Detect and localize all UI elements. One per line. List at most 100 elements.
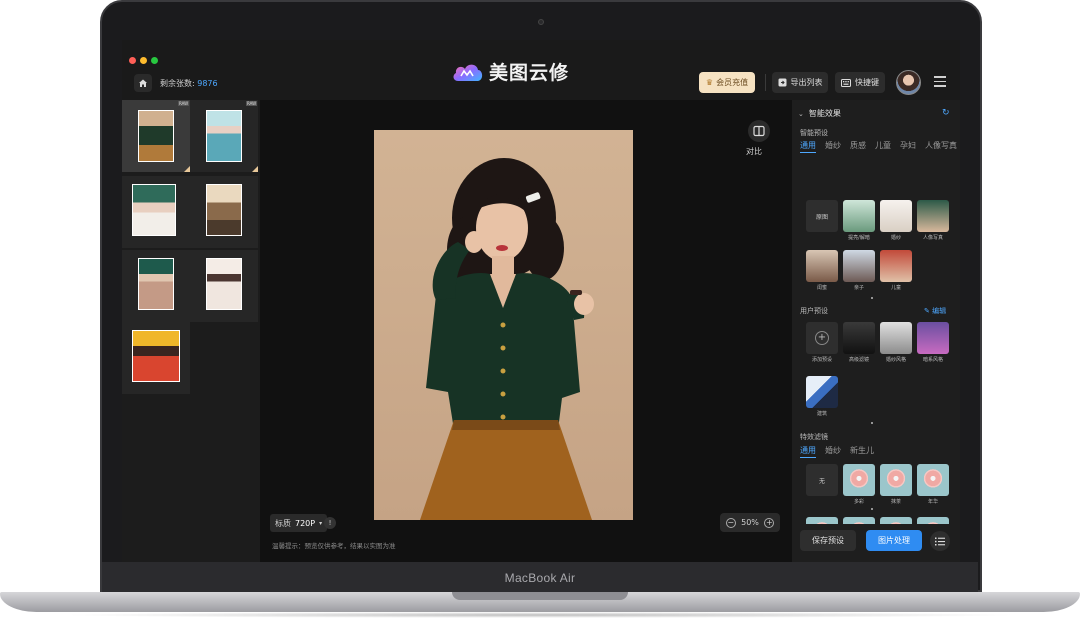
- photo-thumbnail: [132, 184, 176, 236]
- export-label: 导出列表: [790, 78, 823, 87]
- quality-info-icon[interactable]: !: [324, 517, 336, 529]
- divider: [765, 74, 766, 91]
- filter-card[interactable]: [880, 464, 912, 496]
- preset-card-portrait[interactable]: [917, 200, 949, 232]
- preset-label: 暗系风格: [922, 357, 943, 363]
- minimize-window-button[interactable]: [140, 57, 147, 64]
- thumbnail-panel: RAW RAW: [122, 100, 260, 562]
- tab-children[interactable]: 儿童: [875, 140, 891, 153]
- panel-actions: 保存预设 图片处理: [792, 524, 960, 562]
- preset-label: 婚纱风格: [885, 357, 906, 363]
- close-window-button[interactable]: [129, 57, 136, 64]
- preset-card-architecture[interactable]: [806, 376, 838, 408]
- preset-card-kids[interactable]: [880, 250, 912, 282]
- preset-label: 提亮/解暗: [848, 235, 870, 241]
- thumbnail-item[interactable]: [122, 322, 190, 394]
- plus-icon: +: [815, 331, 829, 345]
- shortcut-button[interactable]: 快捷键: [835, 72, 885, 93]
- filter-label: 抹茶: [890, 499, 901, 505]
- list-icon: [935, 537, 945, 545]
- photo-thumbnail: [206, 110, 242, 162]
- raw-tag: RAW: [178, 101, 190, 106]
- smart-presets-label: 智能预设: [800, 129, 828, 137]
- raw-tag: RAW: [246, 101, 258, 106]
- zoom-value: 50%: [741, 518, 759, 527]
- smart-preset-tabs: 通用 婚纱 质感 儿童 孕妇 人像写真: [800, 140, 957, 153]
- preset-card-original[interactable]: 原图: [806, 200, 838, 232]
- thumbnail-item[interactable]: RAW: [190, 100, 258, 172]
- preset-card-bestie[interactable]: [806, 250, 838, 282]
- preset-label: 亲子: [853, 285, 864, 291]
- thumbnail-item[interactable]: [190, 250, 258, 322]
- preset-label: 高级滤镜: [848, 357, 869, 363]
- home-button[interactable]: [134, 74, 152, 92]
- filter-card[interactable]: [917, 464, 949, 496]
- app-title: 美图云修: [489, 62, 570, 84]
- compare-icon: [753, 125, 765, 137]
- refresh-icon[interactable]: ↻: [942, 108, 950, 118]
- cloud-logo-icon: [453, 64, 483, 81]
- zoom-control: − 50% +: [720, 513, 780, 532]
- tab-filter-wedding[interactable]: 婚纱: [825, 445, 841, 458]
- save-preset-button[interactable]: 保存预设: [800, 530, 856, 551]
- pager-dot: [871, 422, 873, 424]
- preset-label: 婚纱: [890, 235, 901, 241]
- tab-maternity[interactable]: 孕妇: [900, 140, 916, 153]
- preset-label: 原图: [815, 213, 828, 221]
- save-preset-label: 保存预设: [812, 536, 844, 545]
- preset-card-dark-style[interactable]: [917, 322, 949, 354]
- process-image-button[interactable]: 图片处理: [866, 530, 922, 551]
- filter-card-none[interactable]: 无: [806, 464, 838, 496]
- preset-card-family[interactable]: [843, 250, 875, 282]
- tab-portrait[interactable]: 人像写真: [925, 140, 957, 153]
- maximize-window-button[interactable]: [151, 57, 158, 64]
- keyboard-icon: [841, 78, 851, 87]
- photo-thumbnail: [206, 184, 242, 236]
- quality-label: 标质: [275, 518, 291, 528]
- vip-recharge-button[interactable]: ♛ 会员充值: [699, 72, 755, 93]
- hamburger-menu-icon[interactable]: [934, 76, 946, 87]
- tab-filter-newborn[interactable]: 新生儿: [850, 445, 874, 458]
- portrait-illustration: [420, 158, 594, 520]
- tab-filter-general[interactable]: 通用: [800, 445, 816, 458]
- preset-card-wedding[interactable]: [880, 200, 912, 232]
- preset-card-advanced-filter[interactable]: [843, 322, 875, 354]
- preset-label: 人像写真: [922, 235, 943, 241]
- edit-icon: ✎: [924, 307, 930, 315]
- remaining-count: 剩余张数: 9876: [160, 78, 218, 89]
- tab-wedding[interactable]: 婚纱: [825, 140, 841, 153]
- preset-card-brighten[interactable]: [843, 200, 875, 232]
- thumbnail-item[interactable]: [190, 176, 258, 248]
- task-list-button[interactable]: [930, 531, 950, 551]
- remaining-label: 剩余张数:: [160, 79, 195, 88]
- thumbnail-item[interactable]: RAW: [122, 100, 190, 172]
- zoom-in-icon[interactable]: +: [764, 517, 775, 528]
- edit-presets-link[interactable]: ✎ 编辑: [924, 306, 946, 316]
- export-list-button[interactable]: 导出列表: [772, 72, 828, 93]
- pager-dot: [871, 508, 873, 510]
- compare-button[interactable]: [748, 120, 770, 142]
- chevron-down-icon: ▾: [319, 519, 323, 527]
- preset-card-wedding-style[interactable]: [880, 322, 912, 354]
- section-header[interactable]: ⌄ 智能效果: [798, 108, 841, 119]
- preview-tip: 温馨提示：预览仅供参考，结果以实图为准: [272, 542, 396, 550]
- pager-dot: [871, 297, 873, 299]
- preset-label: 添加预设: [811, 357, 832, 363]
- photo-thumbnail: [138, 258, 174, 310]
- filter-card[interactable]: [843, 464, 875, 496]
- crown-icon: ♛: [705, 78, 714, 87]
- tab-general[interactable]: 通用: [800, 140, 816, 153]
- thumbnail-item[interactable]: [122, 176, 190, 248]
- remaining-number: 9876: [197, 79, 218, 88]
- webcam: [538, 19, 544, 25]
- user-avatar[interactable]: [896, 70, 921, 95]
- thumbnail-item[interactable]: [122, 250, 190, 322]
- zoom-out-icon[interactable]: −: [725, 517, 736, 528]
- preset-label: 儿童: [890, 285, 901, 291]
- tab-texture[interactable]: 质感: [850, 140, 866, 153]
- filter-label: 年华: [927, 499, 938, 505]
- user-presets-label: 用户预设: [800, 307, 828, 315]
- quality-select[interactable]: 标质 720P ▾: [270, 514, 328, 532]
- laptop-shadow: [60, 612, 1020, 618]
- add-preset-button[interactable]: +: [806, 322, 838, 354]
